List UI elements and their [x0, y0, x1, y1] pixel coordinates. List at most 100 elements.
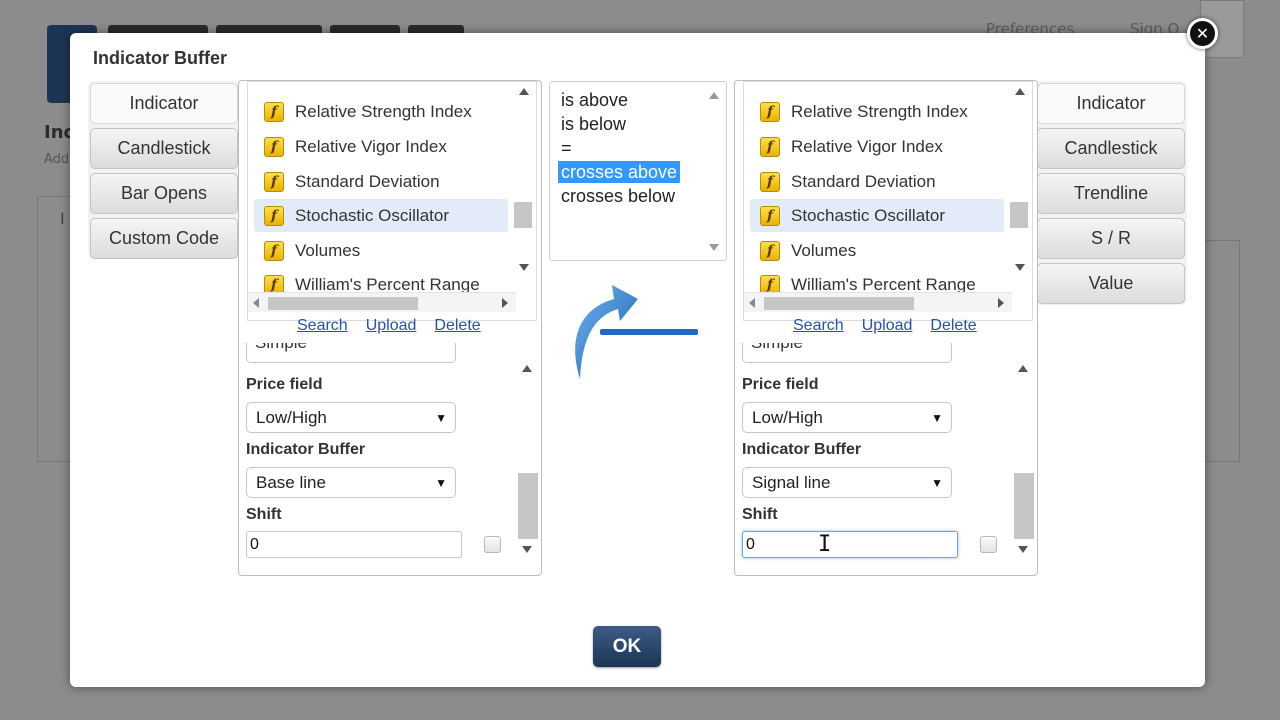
left-custom-code-button[interactable]: Custom Code: [90, 218, 238, 259]
scroll-down-icon[interactable]: [1018, 546, 1028, 553]
background-box-right: [1200, 240, 1240, 462]
function-icon: f: [760, 171, 780, 192]
right-trendline-button[interactable]: Trendline: [1037, 173, 1185, 214]
left-source-buttons: Indicator Candlestick Bar Opens Custom C…: [88, 81, 240, 259]
method-select-value: Simple: [751, 343, 803, 353]
scroll-thumb[interactable]: [268, 297, 418, 310]
panel-vertical-scrollbar[interactable]: [1013, 363, 1035, 563]
list-item[interactable]: f Standard Deviation: [750, 165, 1004, 198]
upload-link[interactable]: Upload: [366, 317, 417, 335]
price-field-select[interactable]: Low/High ▼: [246, 402, 456, 433]
operator-option[interactable]: crosses below: [558, 185, 678, 207]
scroll-down-icon[interactable]: [522, 546, 532, 553]
scroll-up-icon[interactable]: [519, 88, 529, 95]
list-item[interactable]: f Relative Vigor Index: [750, 130, 1004, 163]
list-item-label: Relative Strength Index: [791, 101, 968, 121]
scroll-left-icon[interactable]: [253, 298, 259, 308]
list-vertical-scrollbar[interactable]: [1010, 82, 1032, 292]
scroll-thumb[interactable]: [514, 202, 532, 228]
list-horizontal-scrollbar[interactable]: [248, 292, 516, 312]
right-indicator-button[interactable]: Indicator: [1037, 83, 1185, 124]
indicator-buffer-select[interactable]: Base line ▼: [246, 467, 456, 498]
scroll-thumb[interactable]: [1014, 473, 1034, 539]
right-indicator-list[interactable]: f Relative Strength Index f Relative Vig…: [743, 81, 1033, 321]
search-link[interactable]: Search: [793, 317, 844, 335]
search-link[interactable]: Search: [297, 317, 348, 335]
operator-option[interactable]: is above: [558, 89, 631, 111]
price-field-label: Price field: [246, 376, 323, 393]
upload-link[interactable]: Upload: [862, 317, 913, 335]
right-sr-button[interactable]: S / R: [1037, 218, 1185, 259]
scroll-thumb[interactable]: [764, 297, 914, 310]
list-item-selected[interactable]: f Stochastic Oscillator: [750, 199, 1004, 232]
scroll-thumb[interactable]: [1010, 202, 1028, 228]
scroll-down-icon[interactable]: [519, 264, 529, 271]
method-select[interactable]: Simple: [246, 343, 456, 363]
indicator-buffer-dialog: Indicator Buffer ✕ Indicator Candlestick…: [70, 18, 1218, 687]
scroll-right-icon[interactable]: [502, 298, 508, 308]
list-item-selected[interactable]: f Stochastic Oscillator: [254, 199, 508, 232]
list-item-label: Relative Vigor Index: [295, 136, 447, 156]
right-indicator-panel: f Relative Strength Index f Relative Vig…: [734, 80, 1038, 576]
scroll-right-icon[interactable]: [998, 298, 1004, 308]
list-item[interactable]: f Relative Strength Index: [750, 95, 1004, 128]
left-bar-opens-button[interactable]: Bar Opens: [90, 173, 238, 214]
indicator-buffer-value: Base line: [256, 472, 326, 492]
list-actions: Search Upload Delete: [297, 317, 481, 335]
list-item[interactable]: f Volumes: [750, 234, 1004, 267]
method-select-value: Simple: [255, 343, 307, 353]
left-indicator-button[interactable]: Indicator: [90, 83, 238, 124]
left-indicator-list[interactable]: f Relative Strength Index f Relative Vig…: [247, 81, 537, 321]
left-candlestick-button[interactable]: Candlestick: [90, 128, 238, 169]
scroll-up-icon[interactable]: [1015, 88, 1025, 95]
background-subtext: Add: [44, 152, 70, 167]
method-select[interactable]: Simple: [742, 343, 952, 363]
operator-option[interactable]: =: [558, 137, 575, 159]
price-field-select[interactable]: Low/High ▼: [742, 402, 952, 433]
scroll-left-icon[interactable]: [749, 298, 755, 308]
list-item-label: Stochastic Oscillator: [791, 205, 945, 225]
function-icon: f: [760, 240, 780, 261]
delete-link[interactable]: Delete: [930, 317, 976, 335]
operator-option-selected[interactable]: crosses above: [558, 161, 681, 183]
list-item-label: Relative Vigor Index: [791, 136, 943, 156]
shift-checkbox[interactable]: [980, 536, 997, 553]
function-icon: f: [760, 136, 780, 157]
right-value-button[interactable]: Value: [1037, 263, 1185, 304]
right-candlestick-button[interactable]: Candlestick: [1037, 128, 1185, 169]
list-vertical-scrollbar[interactable]: [514, 82, 536, 292]
list-item-label: Volumes: [295, 240, 361, 260]
indicator-buffer-select[interactable]: Signal line ▼: [742, 467, 952, 498]
shift-input[interactable]: 0: [742, 531, 958, 558]
delete-link[interactable]: Delete: [434, 317, 480, 335]
list-item[interactable]: f Relative Strength Index: [254, 95, 508, 128]
list-horizontal-scrollbar[interactable]: [744, 292, 1012, 312]
panel-vertical-scrollbar[interactable]: [517, 363, 539, 563]
comparison-operator-list[interactable]: is above is below = crosses above crosse…: [549, 81, 727, 261]
operator-option[interactable]: is below: [558, 113, 629, 135]
function-icon: f: [264, 205, 284, 226]
shift-label: Shift: [742, 506, 778, 523]
shift-input[interactable]: 0: [246, 531, 462, 558]
scroll-down-icon[interactable]: [1015, 264, 1025, 271]
list-item-label: Standard Deviation: [295, 171, 440, 191]
scroll-up-icon[interactable]: [1018, 365, 1028, 372]
list-item-label: Standard Deviation: [791, 171, 936, 191]
function-icon: f: [760, 205, 780, 226]
left-indicator-panel: f Relative Strength Index f Relative Vig…: [238, 80, 542, 576]
close-icon[interactable]: ✕: [1187, 18, 1218, 49]
list-item[interactable]: f Standard Deviation: [254, 165, 508, 198]
function-icon: f: [760, 101, 780, 122]
shift-checkbox[interactable]: [484, 536, 501, 553]
list-item-label: Volumes: [791, 240, 857, 260]
list-item[interactable]: f Volumes: [254, 234, 508, 267]
scroll-thumb[interactable]: [518, 473, 538, 539]
scroll-up-icon[interactable]: [709, 92, 719, 99]
curved-arrow-icon: [575, 285, 698, 379]
ok-button[interactable]: OK: [593, 626, 661, 667]
scroll-up-icon[interactable]: [522, 365, 532, 372]
function-icon: f: [264, 240, 284, 261]
indicator-buffer-value: Signal line: [752, 472, 831, 492]
scroll-down-icon[interactable]: [709, 244, 719, 251]
list-item[interactable]: f Relative Vigor Index: [254, 130, 508, 163]
